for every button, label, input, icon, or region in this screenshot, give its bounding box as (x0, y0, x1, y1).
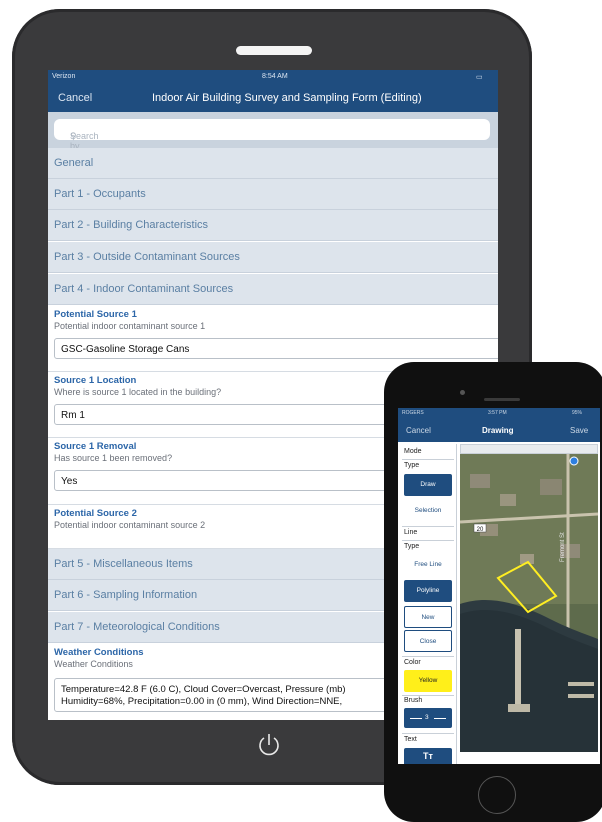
satellite-map[interactable]: 20 Fremont St (460, 454, 598, 752)
field-hint: Weather Conditions (54, 659, 133, 669)
map-toolbar (460, 444, 598, 454)
section-label: Part 4 - Indoor Contaminant Sources (54, 283, 234, 295)
free-line-button[interactable]: Free Line (404, 554, 452, 576)
section-part-3[interactable]: Part 3 - Outside Contaminant Sources (48, 242, 498, 273)
divider (402, 540, 454, 541)
battery-percent: 95% (572, 410, 583, 416)
home-button[interactable] (478, 776, 516, 814)
section-part-4[interactable]: Part 4 - Indoor Contaminant Sources (48, 274, 498, 305)
weather-line-1: Temperature=42.8 F (6.0 C), Cloud Cover=… (61, 684, 346, 695)
field-label: Weather Conditions (54, 647, 144, 658)
phone-status-bar: ROGERS 3:57 PM 95% (398, 408, 600, 418)
camera-icon (460, 390, 465, 395)
carrier-label: ROGERS (402, 410, 424, 416)
field-value: GSC-Gasoline Storage Cans (61, 344, 190, 355)
phone-speaker (484, 398, 520, 401)
field-label: Potential Source 2 (54, 508, 137, 519)
clock: 8:54 AM (262, 73, 288, 80)
section-label: Part 5 - Miscellaneous Items (54, 558, 193, 570)
drawing-title: Drawing (482, 426, 514, 435)
carrier-label: Verizon (52, 73, 76, 80)
field-label: Source 1 Location (54, 375, 137, 386)
field-hint: Potential indoor contaminant source 1 (54, 321, 206, 331)
field-hint: Where is source 1 located in the buildin… (54, 387, 222, 397)
divider (402, 459, 454, 460)
phone-screen: ROGERS 3:57 PM 95% Cancel Drawing Save M… (398, 408, 600, 764)
new-button[interactable]: New (404, 606, 452, 628)
field-label: Source 1 Removal (54, 441, 137, 452)
field-value: Rm 1 (61, 410, 85, 421)
text-label: Text (404, 736, 417, 743)
battery-icon: ▭ (476, 74, 483, 81)
brush-label: Brush (404, 697, 423, 704)
street-label: Fremont St (560, 532, 566, 562)
brush-size-value: 3 (425, 714, 429, 721)
tablet-speaker (236, 46, 312, 55)
section-part-2[interactable]: Part 2 - Building Characteristics (48, 210, 498, 241)
color-yellow-button[interactable]: Yellow (404, 670, 452, 692)
section-part-1[interactable]: Part 1 - Occupants (48, 179, 498, 210)
text-tool-button[interactable]: Tᴛ (404, 748, 452, 764)
drawing-tools-panel: Mode Type Draw Selection Line Type Free … (400, 444, 457, 764)
line-type-label: Type (404, 543, 420, 550)
mode-label: Mode (404, 448, 422, 455)
close-button[interactable]: Close (404, 630, 452, 652)
weather-line-2: Humidity=68%, Precipitation=0.00 in (0 m… (61, 696, 343, 707)
minus-line (410, 718, 422, 719)
clock: 3:57 PM (488, 410, 507, 416)
tablet-status-bar: Verizon 8:54 AM ▭ (48, 70, 498, 84)
field-hint: Has source 1 been removed? (54, 453, 173, 463)
plus-line (434, 718, 446, 719)
form-title: Indoor Air Building Survey and Sampling … (152, 92, 422, 104)
cancel-button[interactable]: Cancel (406, 426, 431, 435)
field-value: Yes (61, 476, 78, 487)
save-button[interactable]: Save (570, 426, 588, 435)
section-general[interactable]: General (48, 148, 498, 179)
divider (402, 695, 454, 696)
draw-button[interactable]: Draw (404, 474, 452, 496)
section-label: Part 6 - Sampling Information (54, 589, 198, 601)
section-label: Part 7 - Meteorological Conditions (54, 621, 220, 633)
field-hint: Potential indoor contaminant source 2 (54, 520, 206, 530)
route-shield-label: 20 (477, 527, 484, 533)
section-label: Part 2 - Building Characteristics (54, 219, 209, 231)
tablet-nav-bar: Cancel Indoor Air Building Survey and Sa… (48, 84, 498, 112)
section-label: General (54, 157, 94, 169)
field-label: Potential Source 1 (54, 309, 137, 320)
section-label: Part 3 - Outside Contaminant Sources (54, 251, 240, 263)
power-icon[interactable] (256, 732, 282, 758)
phone-nav-bar: Cancel Drawing Save (398, 418, 600, 442)
selection-button[interactable]: Selection (404, 500, 452, 522)
field-value-input[interactable]: GSC-Gasoline Storage Cans (54, 338, 498, 359)
divider (402, 526, 454, 527)
divider (402, 733, 454, 734)
polyline-button[interactable]: Polyline (404, 580, 452, 602)
section-label: Part 1 - Occupants (54, 188, 146, 200)
divider (402, 656, 454, 657)
search-bar: ⚲ Search by name (48, 112, 498, 161)
search-input[interactable]: ⚲ Search by name (54, 119, 490, 161)
line-label: Line (404, 529, 418, 536)
cancel-button[interactable]: Cancel (58, 92, 92, 104)
mode-type-label: Type (404, 462, 420, 469)
color-label: Color (404, 659, 421, 666)
brush-size-stepper[interactable]: 3 (404, 708, 452, 728)
